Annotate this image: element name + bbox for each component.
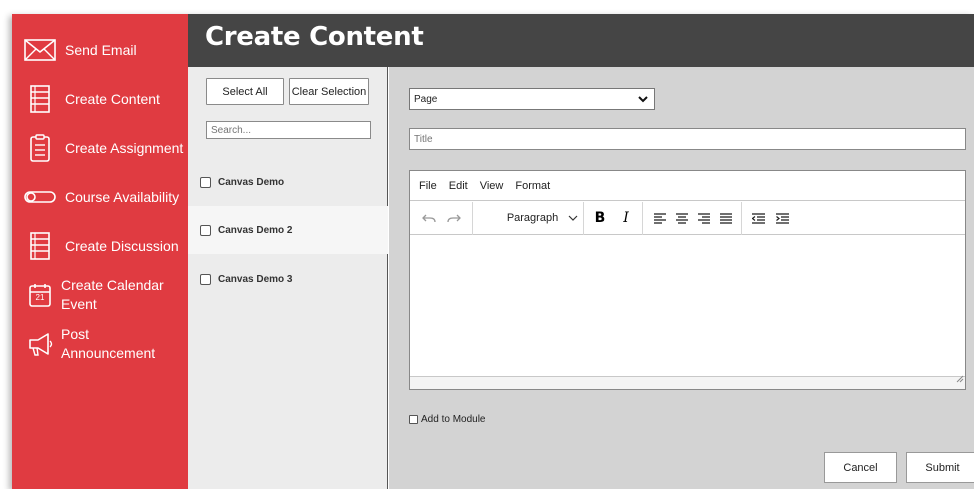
course-row[interactable]: Canvas Demo 3 [188, 255, 388, 303]
chevron-down-icon [568, 213, 578, 226]
course-name: Canvas Demo 2 [218, 224, 293, 236]
course-checkbox[interactable] [200, 224, 211, 236]
indent-icon[interactable] [770, 207, 794, 229]
chevron-down-icon [637, 92, 649, 109]
bold-icon[interactable]: B [587, 207, 613, 229]
sidebar-item-label: Create Content [65, 90, 160, 107]
outdent-icon[interactable] [746, 207, 770, 229]
align-right-icon[interactable] [693, 207, 715, 229]
sidebar: Send Email Create Content Create Assignm… [12, 14, 188, 489]
course-row[interactable]: Canvas Demo [188, 158, 388, 206]
sidebar-item-label: Create Assignment [65, 139, 184, 156]
align-center-icon[interactable] [671, 207, 693, 229]
editor-statusbar [410, 375, 965, 389]
sidebar-item-course-availability[interactable]: Course Availability [12, 183, 188, 211]
content-type-selected: Page [414, 93, 438, 105]
add-to-module-checkbox[interactable]: Add to Module [409, 414, 486, 425]
content-type-select[interactable]: Page [409, 88, 655, 110]
course-checkbox[interactable] [200, 273, 211, 285]
add-to-module-label: Add to Module [421, 414, 486, 425]
rich-text-editor: File Edit View Format Paragraph B I [409, 170, 966, 390]
italic-icon[interactable]: I [613, 207, 639, 229]
menu-view[interactable]: View [480, 180, 504, 192]
toggle-icon [22, 183, 58, 211]
submit-button[interactable]: Submit [906, 452, 974, 483]
editor-content-area[interactable] [410, 235, 965, 378]
menu-format[interactable]: Format [515, 180, 550, 192]
envelope-icon [22, 36, 58, 64]
checkbox-box[interactable] [409, 415, 418, 424]
course-checkbox[interactable] [200, 176, 211, 188]
calendar-icon: 21 [22, 281, 58, 309]
sidebar-item-create-content[interactable]: Create Content [12, 85, 188, 113]
align-justify-icon[interactable] [715, 207, 737, 229]
calendar-day-number: 21 [35, 293, 45, 302]
course-name: Canvas Demo [218, 176, 285, 188]
page-header: Create Content [188, 14, 974, 67]
block-format-dropdown[interactable]: Paragraph [473, 207, 583, 229]
course-selection-panel: Select All Clear Selection Canvas Demo C… [188, 67, 388, 489]
editor-toolbar: Paragraph B I [410, 201, 965, 235]
title-input[interactable] [409, 128, 966, 150]
content-form: Page File Edit View Format [389, 67, 974, 489]
editor-menubar: File Edit View Format [410, 171, 965, 201]
sidebar-item-create-assignment[interactable]: Create Assignment [12, 134, 188, 162]
clear-selection-button[interactable]: Clear Selection [289, 78, 369, 105]
toolbar-separator [642, 201, 643, 235]
undo-icon[interactable] [416, 207, 442, 229]
toolbar-separator [583, 201, 584, 235]
menu-file[interactable]: File [419, 180, 437, 192]
select-all-button[interactable]: Select All [206, 78, 284, 105]
sidebar-item-label: Create Calendar Event [61, 277, 164, 312]
sidebar-item-label: Send Email [65, 41, 137, 58]
page-title: Create Content [205, 22, 424, 52]
sidebar-item-label: Post Announcement [61, 326, 156, 361]
sidebar-item-send-email[interactable]: Send Email [12, 36, 188, 64]
app-window: Send Email Create Content Create Assignm… [12, 14, 974, 489]
megaphone-icon [22, 330, 58, 358]
clipboard-icon [22, 134, 58, 162]
resize-handle-icon[interactable] [955, 370, 964, 388]
sidebar-item-create-discussion[interactable]: Create Discussion [12, 232, 188, 260]
course-search-input[interactable] [206, 121, 371, 139]
sidebar-item-post-announcement[interactable]: Post Announcement [12, 325, 188, 363]
cancel-button[interactable]: Cancel [824, 452, 897, 483]
menu-edit[interactable]: Edit [449, 180, 468, 192]
sidebar-item-label: Create Discussion [65, 237, 179, 254]
block-format-value: Paragraph [506, 212, 559, 224]
align-left-icon[interactable] [649, 207, 671, 229]
redo-icon[interactable] [442, 207, 466, 229]
course-name: Canvas Demo 3 [218, 273, 293, 285]
sidebar-item-create-calendar-event[interactable]: 21 Create Calendar Event [12, 276, 188, 314]
document-icon [22, 85, 58, 113]
document-icon [22, 232, 58, 260]
course-row[interactable]: Canvas Demo 2 [188, 206, 388, 254]
sidebar-item-label: Course Availability [65, 188, 180, 205]
toolbar-separator [741, 201, 742, 235]
